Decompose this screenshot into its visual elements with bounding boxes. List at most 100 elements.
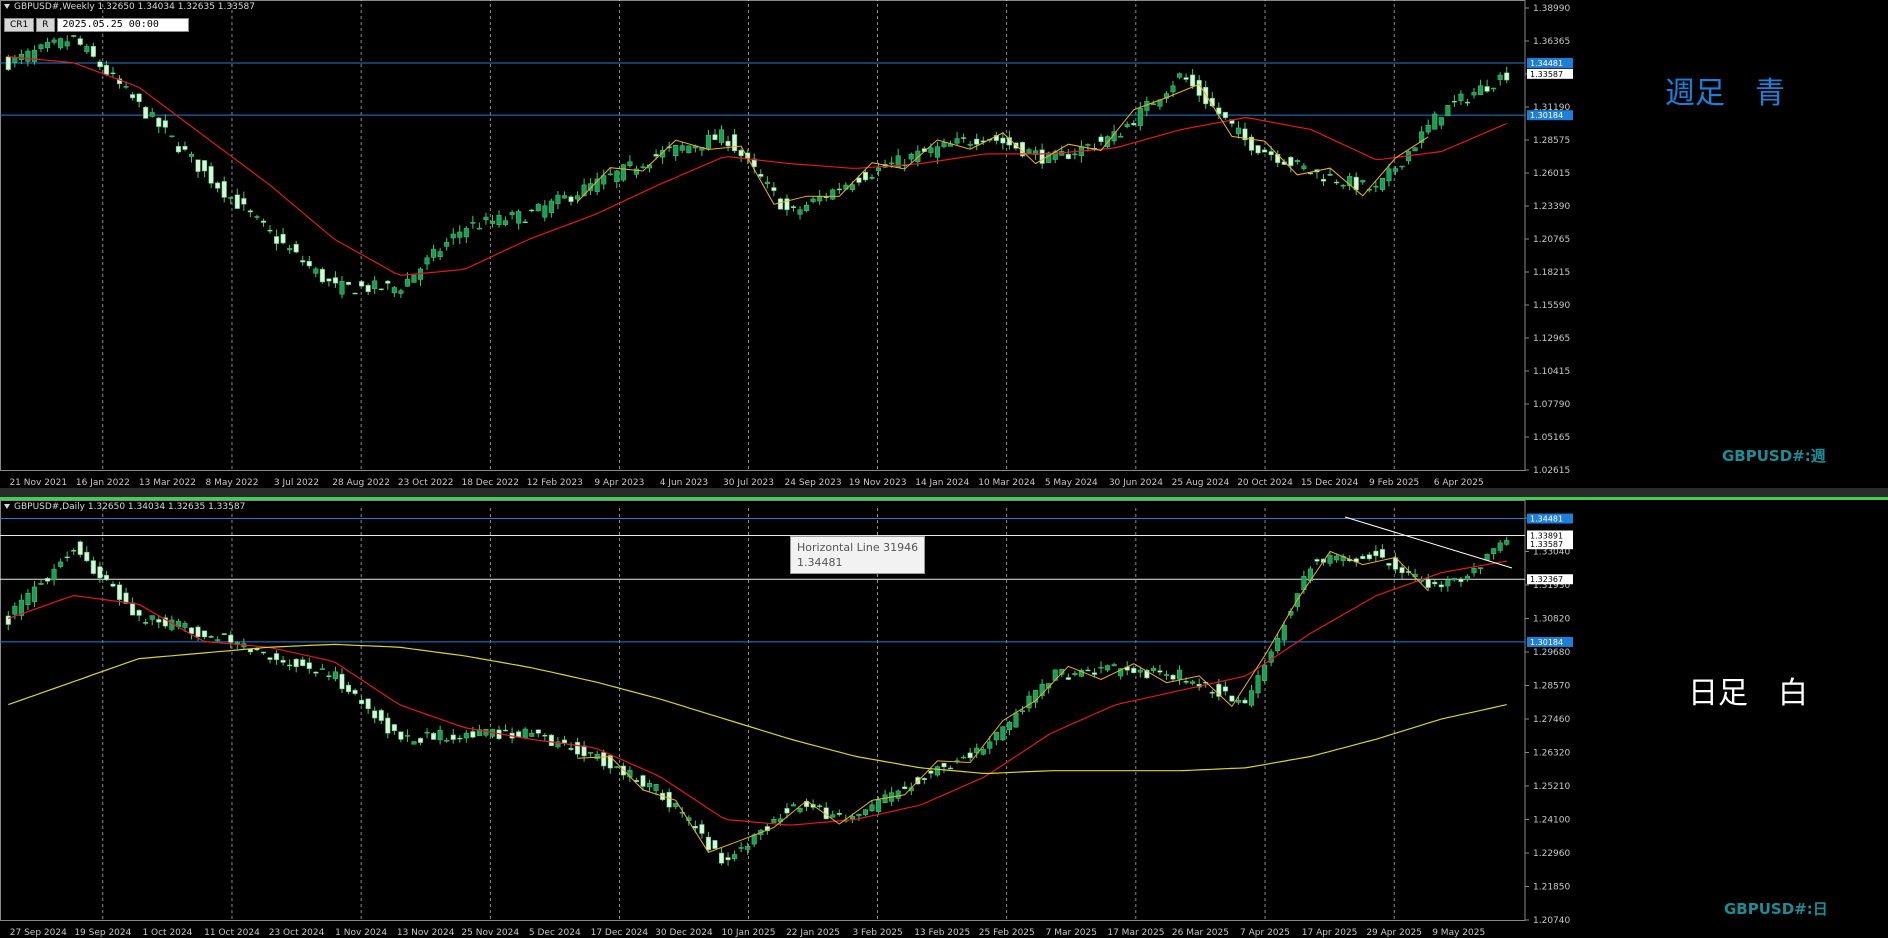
candle-body <box>1255 675 1261 694</box>
daily-chart-canvas[interactable]: 27 Sep 2024 19 Sep 2024 1 Oct 2024 11 Oct 2… <box>0 500 1888 938</box>
candle-body <box>810 198 816 202</box>
moving-average-line <box>8 56 1507 276</box>
candle-body <box>862 171 869 181</box>
candle-body <box>712 840 718 849</box>
candle-body <box>1392 168 1399 172</box>
candle-body <box>332 671 338 680</box>
daily-chart-header: GBPUSD#,Daily 1.32650 1.34034 1.32635 1.… <box>4 502 245 512</box>
time-axis-label: 30 Jul 2023 <box>723 478 774 488</box>
candle-body <box>607 755 613 769</box>
candle-body <box>653 784 659 791</box>
candle-body <box>221 633 227 635</box>
candle-body <box>313 268 319 274</box>
candle-body <box>1157 670 1163 673</box>
weekly-chart-canvas[interactable]: 21 Nov 2021 16 Jan 2022 13 Mar 2022 8 May 2… <box>0 0 1888 488</box>
candle-body <box>1072 673 1078 676</box>
time-axis-label: 24 Sep 2023 <box>785 478 842 488</box>
candle-body <box>221 181 227 198</box>
date-input[interactable]: 2025.05.25 00:00 <box>56 18 189 32</box>
candle-body <box>522 728 528 739</box>
candle-body <box>1222 686 1228 692</box>
price-axis-label: 1.23390 <box>1533 202 1570 212</box>
candle-body <box>686 145 692 154</box>
time-axis-label: 30 Jun 2024 <box>1109 478 1163 488</box>
candle-body <box>103 574 109 581</box>
candle-body <box>1111 664 1117 667</box>
plot-frame <box>0 0 1526 471</box>
candle-body <box>614 170 620 183</box>
candle-body <box>274 653 280 661</box>
candle-body <box>1366 554 1372 560</box>
candle-body <box>764 181 770 185</box>
candle-body <box>1150 103 1156 105</box>
candle-body <box>1098 136 1104 142</box>
candle-body <box>542 734 548 737</box>
candle-body <box>391 724 397 732</box>
candle-body <box>588 752 594 754</box>
candle-body <box>313 671 319 674</box>
daily-chart-pane[interactable]: 27 Sep 2024 19 Sep 2024 1 Oct 2024 11 Oct 2… <box>0 500 1888 938</box>
time-axis-label: 18 Dec 2022 <box>461 478 519 488</box>
time-axis-label: 3 Feb 2025 <box>852 928 902 938</box>
candle-body <box>561 195 568 199</box>
price-axis-label: 1.18215 <box>1533 268 1570 278</box>
candle-body <box>234 642 240 644</box>
candle-body <box>1320 178 1327 182</box>
candle-body <box>411 274 417 283</box>
price-axis-label: 1.29680 <box>1533 648 1570 658</box>
candle-body <box>1170 674 1176 680</box>
candle-body <box>1118 136 1124 138</box>
candle-body <box>738 847 744 849</box>
cr1-button[interactable]: CR1 <box>4 18 35 32</box>
candle-body <box>51 568 57 581</box>
r-button[interactable]: R <box>36 18 55 32</box>
price-axis-label: 1.02615 <box>1533 466 1570 476</box>
candle-body <box>830 189 836 200</box>
trend-line[interactable] <box>1344 516 1513 569</box>
candle-body <box>182 146 188 150</box>
candle-body <box>143 106 149 119</box>
collapse-triangle-icon[interactable] <box>4 504 10 509</box>
candle-body <box>404 735 410 737</box>
candle-body <box>516 211 522 224</box>
candle-body <box>548 734 554 747</box>
candle-body <box>1497 74 1503 80</box>
candle-body <box>961 756 967 759</box>
candle-body <box>895 790 901 799</box>
collapse-triangle-icon[interactable] <box>4 4 10 9</box>
candle-body <box>378 288 384 291</box>
price-axis-label: 1.20765 <box>1533 235 1570 245</box>
candle-body <box>44 41 51 49</box>
candle-body <box>1386 563 1392 566</box>
time-axis-label: 17 Mar 2025 <box>1107 928 1164 938</box>
candle-body <box>568 196 574 202</box>
candle-body <box>1026 695 1032 709</box>
candle-body <box>1275 153 1281 163</box>
candle-body <box>339 673 345 690</box>
candle-body <box>1379 549 1385 558</box>
candle-body <box>1026 149 1032 154</box>
candle-body <box>614 766 620 768</box>
candle-body <box>1504 72 1510 81</box>
candle-body <box>679 145 685 151</box>
candle-body <box>90 45 96 57</box>
weekly-chart-pane[interactable]: 21 Nov 2021 16 Jan 2022 13 Mar 2022 8 May 2… <box>0 0 1888 488</box>
candle-body <box>967 752 973 759</box>
candle-body <box>450 233 456 239</box>
candle-body <box>1464 101 1471 104</box>
candle-body <box>31 586 37 602</box>
candle-body <box>208 166 214 184</box>
time-axis-label: 30 Dec 2024 <box>655 928 713 938</box>
candle-body <box>71 550 77 552</box>
candle-body <box>725 140 731 147</box>
candle-body <box>391 287 397 294</box>
candle-body <box>12 605 18 615</box>
candle-body <box>25 50 31 62</box>
candle-body <box>130 602 136 616</box>
candle-body <box>345 281 352 285</box>
time-axis-label: 26 Mar 2025 <box>1172 928 1229 938</box>
candle-body <box>1039 149 1045 164</box>
time-axis-label: 25 Aug 2024 <box>1172 478 1230 488</box>
daily-annotation: 日足 白 <box>1688 676 1808 711</box>
candle-body <box>1098 666 1104 669</box>
